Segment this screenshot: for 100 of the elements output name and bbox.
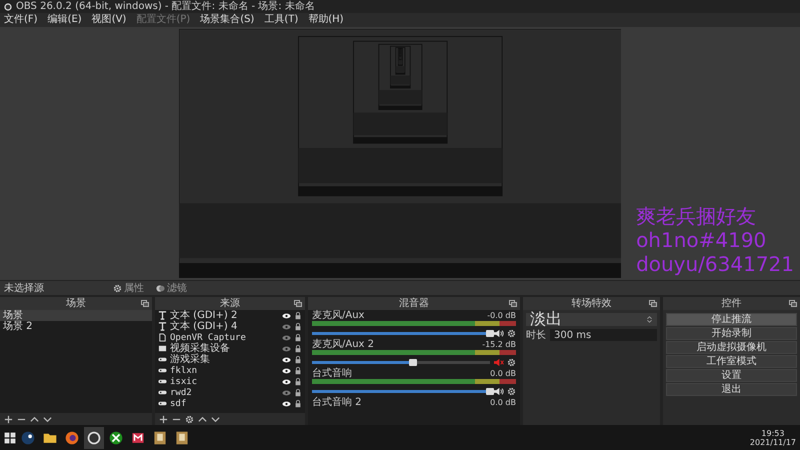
gamepad-icon — [158, 355, 167, 364]
settings-icon[interactable] — [507, 358, 516, 367]
menu-item[interactable]: 编辑(E) — [48, 14, 82, 26]
source-item[interactable]: 文本 (GDI+) 4 — [170, 321, 279, 332]
lock-icon[interactable] — [294, 400, 302, 408]
panel-title: 来源 — [220, 298, 240, 310]
track-name: 台式音响 — [312, 368, 352, 379]
move-up-icon[interactable] — [30, 414, 39, 424]
control-button[interactable]: 启动虚拟摄像机 — [666, 341, 797, 354]
volume-reading: 0.0 dB — [490, 398, 516, 407]
clock-time: 19:53 — [761, 428, 784, 438]
add-icon[interactable] — [159, 414, 168, 424]
panel-title: 转场特效 — [572, 298, 612, 310]
visibility-icon[interactable] — [282, 400, 291, 406]
undock-icon[interactable] — [789, 300, 797, 307]
move-up-icon[interactable] — [198, 414, 207, 424]
track-name: 台式音响 2 — [312, 397, 362, 408]
add-icon[interactable] — [4, 414, 13, 424]
window-title: OBS 26.0.2 (64-bit, windows) - 配置文件: 未命名 - 场景: 未命名 — [16, 0, 315, 12]
lock-icon[interactable] — [294, 366, 302, 374]
obs-icon[interactable] — [87, 430, 101, 444]
transition-dropdown[interactable]: 淡出 — [526, 313, 657, 326]
game-icon[interactable] — [153, 430, 167, 444]
source-item[interactable]: fklxn — [170, 366, 279, 376]
control-button[interactable]: 工作室模式 — [666, 355, 797, 368]
control-button[interactable]: 设置 — [666, 369, 797, 382]
gamepad-icon — [158, 377, 167, 386]
speaker-icon[interactable] — [493, 329, 504, 338]
track-name: 麦克风/Aux 2 — [312, 339, 374, 350]
lock-icon[interactable] — [294, 322, 302, 330]
clock-date: 2021/11/17 — [750, 438, 796, 446]
camera-icon — [158, 344, 167, 353]
source-item[interactable]: isxic — [170, 376, 279, 386]
filter-icon — [156, 284, 165, 292]
menu-item[interactable]: 视图(V) — [92, 14, 126, 26]
undock-icon[interactable] — [509, 300, 517, 307]
volume-slider[interactable] — [312, 361, 490, 364]
duration-label: 时长 — [526, 330, 546, 340]
move-down-icon[interactable] — [43, 414, 52, 424]
move-down-icon[interactable] — [211, 414, 220, 424]
gamepad-icon — [158, 388, 167, 397]
overlay-text: douyu/6341721 — [636, 252, 794, 276]
menu-item[interactable]: 帮助(H) — [308, 14, 344, 26]
source-item[interactable]: rwd2 — [170, 388, 279, 398]
undock-icon[interactable] — [141, 300, 149, 307]
settings-icon[interactable] — [507, 387, 516, 396]
taskbar-app[interactable] — [84, 426, 104, 448]
app-icon[interactable] — [131, 430, 145, 444]
volume-reading: 0.0 dB — [490, 369, 516, 378]
toolbar-button[interactable]: 属性 — [110, 282, 147, 294]
control-button[interactable]: 退出 — [666, 383, 797, 396]
lock-icon[interactable] — [294, 388, 302, 396]
lock-icon[interactable] — [294, 312, 302, 320]
control-button[interactable]: 停止推流 — [666, 313, 797, 326]
spinner-arrows-icon — [646, 316, 653, 323]
gamepad-icon — [158, 366, 167, 375]
windows-logo-icon[interactable] — [4, 432, 16, 444]
game-icon[interactable] — [175, 430, 189, 444]
toolbar-button[interactable]: 滤镜 — [153, 282, 190, 294]
source-item[interactable]: OpenVR Capture — [170, 332, 279, 342]
undock-icon[interactable] — [294, 300, 302, 307]
steam-icon[interactable] — [21, 430, 35, 444]
lock-icon[interactable] — [294, 344, 302, 352]
track-name: 麦克风/Aux — [312, 310, 364, 321]
lock-icon[interactable] — [294, 356, 302, 364]
lock-icon[interactable] — [294, 334, 302, 342]
panel-title: 混音器 — [399, 298, 429, 310]
settings-icon[interactable] — [185, 414, 194, 424]
undock-icon[interactable] — [649, 300, 657, 307]
source-item[interactable]: 游戏采集 — [170, 354, 279, 365]
speaker-icon[interactable] — [493, 387, 504, 396]
visibility-icon[interactable] — [282, 368, 291, 374]
settings-icon — [113, 284, 122, 292]
visibility-icon[interactable] — [282, 378, 291, 384]
text-icon — [158, 311, 167, 320]
muted-speaker-icon[interactable] — [493, 358, 504, 367]
scene-item[interactable]: 场景 — [0, 310, 152, 321]
file-icon — [158, 333, 167, 342]
settings-icon[interactable] — [507, 329, 516, 338]
xbox-icon[interactable] — [109, 430, 123, 444]
volume-reading: -0.0 dB — [487, 311, 516, 320]
scene-item[interactable]: 场景 2 — [0, 321, 152, 332]
visibility-icon[interactable] — [282, 312, 291, 318]
menu-item[interactable]: 工具(T) — [264, 14, 298, 26]
source-item[interactable]: 视频采集设备 — [170, 343, 279, 354]
overlay-text: oh1no#4190 — [636, 228, 766, 252]
obs-icon — [4, 2, 12, 10]
visibility-icon[interactable] — [282, 356, 291, 362]
control-button[interactable]: 开始录制 — [666, 327, 797, 340]
no-source-label: 未选择源 — [4, 282, 45, 295]
panel-title: 控件 — [722, 298, 742, 310]
menu-item[interactable]: 场景集合(S) — [200, 14, 254, 26]
gamepad-icon — [158, 399, 167, 408]
duration-field[interactable]: 300 ms — [550, 329, 657, 341]
lock-icon[interactable] — [294, 378, 302, 386]
menu-item[interactable]: 文件(F) — [4, 14, 38, 26]
panel-title: 场景 — [66, 298, 86, 310]
browser-icon[interactable] — [65, 430, 79, 444]
overlay-text: 爽老兵捆好友 — [636, 204, 756, 228]
source-item[interactable]: sdf — [170, 398, 279, 408]
